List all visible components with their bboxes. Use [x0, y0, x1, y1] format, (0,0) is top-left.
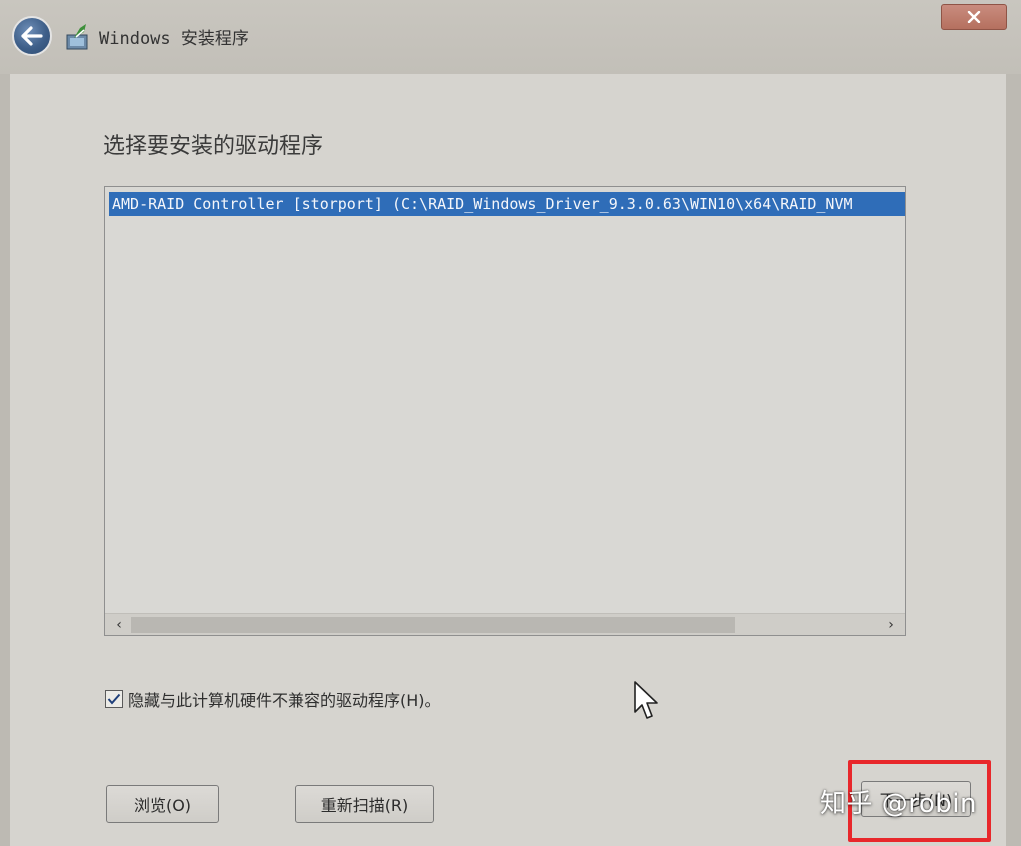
close-icon	[967, 11, 981, 23]
hide-incompatible-label[interactable]: 隐藏与此计算机硬件不兼容的驱动程序(H)。	[128, 687, 441, 711]
driver-list-item[interactable]: AMD-RAID Controller [storport] (C:\RAID_…	[109, 192, 905, 216]
window-title: Windows 安装程序	[99, 29, 249, 49]
close-button[interactable]	[941, 4, 1007, 30]
horizontal-scrollbar[interactable]: ‹ ›	[105, 613, 905, 635]
browse-button[interactable]: 浏览(O)	[106, 785, 219, 823]
watermark: 知乎 @robin	[820, 789, 977, 819]
driver-listbox[interactable]: AMD-RAID Controller [storport] (C:\RAID_…	[104, 186, 906, 636]
rescan-button[interactable]: 重新扫描(R)	[295, 785, 434, 823]
hide-incompatible-option[interactable]: 隐藏与此计算机硬件不兼容的驱动程序(H)。	[105, 688, 441, 710]
scrollbar-thumb[interactable]	[131, 617, 735, 633]
chevron-left-icon: ‹	[116, 616, 122, 633]
page-heading: 选择要安装的驱动程序	[103, 134, 324, 159]
checkmark-icon	[107, 693, 121, 705]
hide-incompatible-checkbox[interactable]	[105, 690, 123, 708]
arrow-left-icon	[21, 26, 43, 46]
windows-setup-icon	[66, 24, 88, 50]
chevron-right-icon: ›	[888, 616, 894, 633]
scroll-right-button[interactable]: ›	[879, 614, 903, 635]
back-button[interactable]	[12, 16, 52, 56]
scroll-left-button[interactable]: ‹	[107, 614, 131, 635]
title-bar: Windows 安装程序	[0, 0, 1021, 74]
mouse-pointer-icon	[634, 681, 658, 719]
